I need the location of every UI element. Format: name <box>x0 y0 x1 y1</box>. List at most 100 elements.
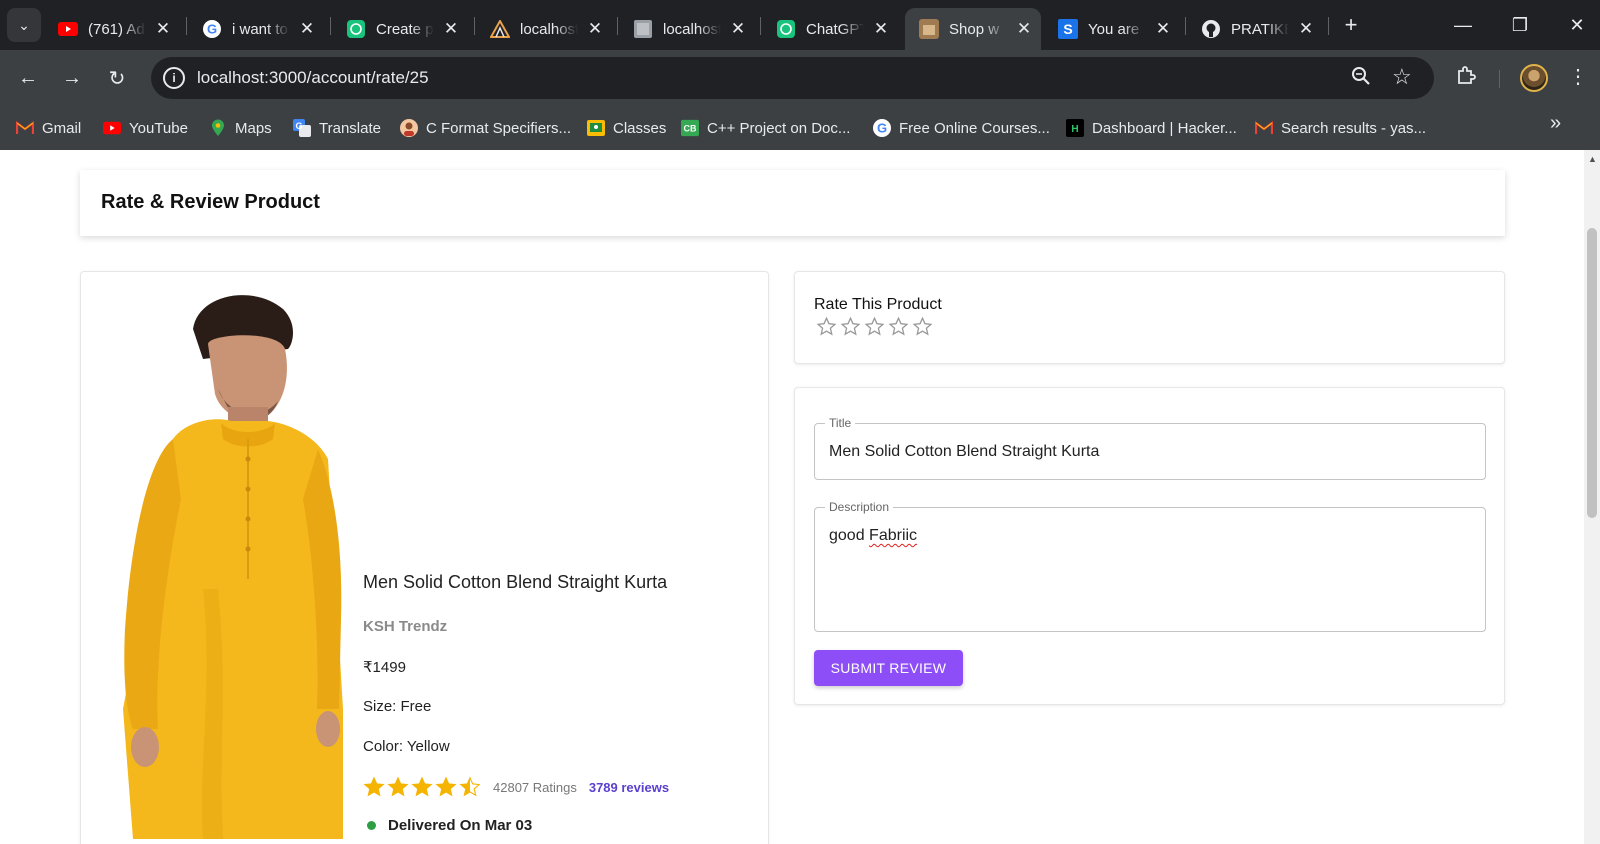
zoom-icon[interactable] <box>1351 66 1371 91</box>
svg-text:H: H <box>1071 124 1078 135</box>
close-window-button[interactable]: ✕ <box>1564 12 1590 38</box>
scroll-up-icon[interactable]: ▲ <box>1588 154 1597 164</box>
google-icon: G <box>202 19 222 39</box>
tab-search-button[interactable]: ⌄ <box>7 8 41 42</box>
browser-toolbar: ← → ↻ i localhost:3000/account/rate/25 ☆… <box>0 50 1600 106</box>
menu-kebab-icon[interactable]: ⋮ <box>1568 64 1588 89</box>
svg-text:CB: CB <box>684 124 697 134</box>
bookmark-star-icon[interactable]: ☆ <box>1392 64 1412 90</box>
rate-star-icon[interactable] <box>864 316 885 337</box>
github-icon <box>1201 19 1221 39</box>
bookmark-search-results[interactable]: Search results - yas... <box>1255 116 1426 140</box>
title-field[interactable]: Title Men Solid Cotton Blend Straight Ku… <box>814 416 1486 480</box>
tab-5[interactable]: localhost ✕ <box>619 8 747 50</box>
chatgpt-icon <box>346 19 366 39</box>
arrow-right-icon: → <box>62 66 82 89</box>
tab-3[interactable]: Create p ✕ <box>332 8 460 50</box>
submit-review-button[interactable]: SUBMIT REVIEW <box>814 650 963 686</box>
tab-2[interactable]: G i want to ✕ <box>188 8 316 50</box>
review-form-card: Title Men Solid Cotton Blend Straight Ku… <box>794 387 1505 705</box>
puzzle-icon <box>1455 66 1477 90</box>
rate-star-icon[interactable] <box>816 316 837 337</box>
description-field-label: Description <box>825 500 894 514</box>
tab-8[interactable]: S You are ✕ <box>1044 8 1172 50</box>
close-icon[interactable]: ✕ <box>586 19 604 38</box>
bookmarks-bar: Gmail YouTube Maps G Translate C Format … <box>0 106 1600 150</box>
rate-star-icon[interactable] <box>912 316 933 337</box>
svg-text:G: G <box>295 121 302 131</box>
title-input[interactable]: Men Solid Cotton Blend Straight Kurta <box>829 443 1099 461</box>
bookmark-classes[interactable]: Classes <box>587 116 666 140</box>
bookmark-cpp-project[interactable]: CB C++ Project on Doc... <box>681 116 850 140</box>
bookmark-youtube[interactable]: YouTube <box>103 116 188 140</box>
google-icon: G <box>873 119 891 137</box>
new-tab-button[interactable]: + <box>1338 12 1364 38</box>
svg-text:S: S <box>1063 21 1072 37</box>
description-field[interactable]: Description good Fabriic <box>814 500 1486 632</box>
scrollbar-thumb[interactable] <box>1587 228 1597 518</box>
tab-7-active[interactable]: Shop w ✕ <box>905 8 1041 50</box>
minimize-button[interactable]: — <box>1450 12 1476 38</box>
restore-icon: ❐ <box>1511 14 1529 35</box>
rate-stars-input[interactable] <box>816 316 933 337</box>
bookmark-gmail[interactable]: Gmail <box>16 116 81 140</box>
page-header-card: Rate & Review Product <box>80 170 1505 236</box>
close-icon[interactable]: ✕ <box>298 19 316 38</box>
info-icon[interactable]: i <box>163 67 185 89</box>
svg-text:G: G <box>877 121 887 136</box>
forward-button[interactable]: → <box>58 64 86 92</box>
title-field-label: Title <box>825 416 856 430</box>
address-bar[interactable]: i localhost:3000/account/rate/25 ☆ <box>151 57 1434 99</box>
s-icon: S <box>1058 19 1078 39</box>
close-icon[interactable]: ✕ <box>1297 19 1315 38</box>
tab-divider <box>617 17 618 35</box>
tab-6[interactable]: ChatGPT ✕ <box>762 8 890 50</box>
close-icon[interactable]: ✕ <box>872 19 890 38</box>
bookmark-translate[interactable]: G Translate <box>293 116 381 140</box>
tab-9[interactable]: PRATIKE ✕ <box>1187 8 1315 50</box>
close-icon[interactable]: ✕ <box>1015 19 1033 38</box>
close-icon[interactable]: ✕ <box>442 19 460 38</box>
description-textarea[interactable]: good Fabriic <box>829 527 917 545</box>
close-icon[interactable]: ✕ <box>1154 19 1172 38</box>
close-icon[interactable]: ✕ <box>729 19 747 38</box>
avatar-icon <box>400 119 418 137</box>
bookmark-maps[interactable]: Maps <box>209 116 272 140</box>
product-size: Size: Free <box>363 698 432 715</box>
reviews-link[interactable]: 3789 reviews <box>589 780 669 795</box>
cb-icon: CB <box>681 119 699 137</box>
bookmark-c-format[interactable]: C Format Specifiers... <box>400 116 571 140</box>
product-card: Men Solid Cotton Blend Straight Kurta KS… <box>80 271 769 844</box>
extensions-button[interactable] <box>1455 64 1481 90</box>
tab-title: Create p <box>376 20 434 38</box>
rate-star-icon[interactable] <box>840 316 861 337</box>
tab-title: i want to <box>232 20 288 38</box>
url-text[interactable]: localhost:3000/account/rate/25 <box>197 68 429 88</box>
rate-star-icon[interactable] <box>888 316 909 337</box>
shop-icon <box>919 19 939 39</box>
star-icon <box>387 776 409 797</box>
restore-button[interactable]: ❐ <box>1507 12 1533 38</box>
star-icon <box>363 776 385 797</box>
bookmark-free-courses[interactable]: G Free Online Courses... <box>873 116 1050 140</box>
reload-button[interactable]: ↻ <box>103 64 131 92</box>
maps-icon <box>209 119 227 137</box>
bookmark-hackerrank[interactable]: H Dashboard | Hacker... <box>1066 116 1237 140</box>
page-scrollbar[interactable]: ▲ <box>1584 150 1600 844</box>
youtube-icon <box>103 119 121 137</box>
rating-stars <box>363 776 481 798</box>
product-color: Color: Yellow <box>363 738 450 755</box>
image-icon <box>633 19 653 39</box>
chevron-double-right-icon[interactable]: » <box>1550 112 1561 135</box>
profile-avatar[interactable] <box>1520 64 1548 92</box>
tab-4[interactable]: localhost ✕ <box>476 8 604 50</box>
ratings-count: 42807 Ratings <box>493 779 577 795</box>
tab-1[interactable]: (761) Ad ✕ <box>44 8 172 50</box>
tab-title: ChatGPT <box>806 20 864 38</box>
svg-text:G: G <box>207 22 217 37</box>
close-icon[interactable]: ✕ <box>154 19 172 38</box>
back-button[interactable]: ← <box>14 64 42 92</box>
bookmark-label: Maps <box>235 119 272 137</box>
bookmark-label: YouTube <box>129 119 188 137</box>
misspelled-word: Fabriic <box>869 527 918 544</box>
